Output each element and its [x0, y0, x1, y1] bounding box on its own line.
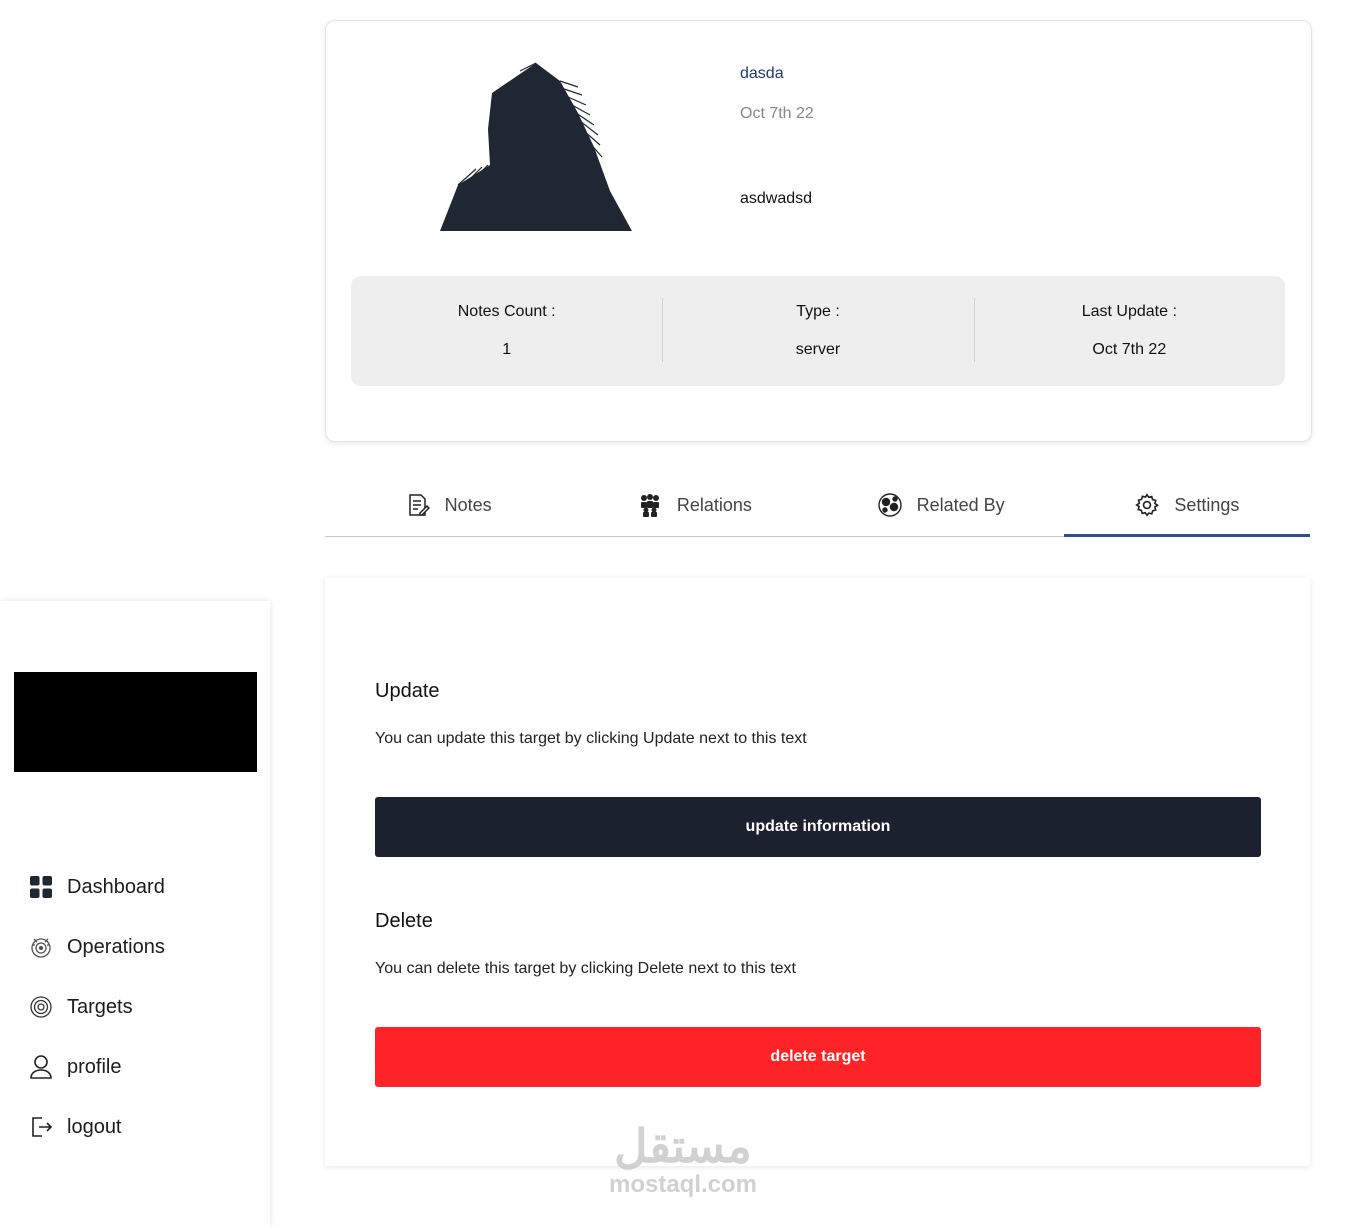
sidebar-item-operations[interactable]: Operations — [28, 917, 165, 977]
stat-value: Oct 7th 22 — [1092, 341, 1167, 358]
delete-target-button[interactable]: delete target — [375, 1027, 1261, 1087]
stats-bar: Notes Count : 1 Type : server Last Updat… — [351, 276, 1285, 386]
stat-type: Type : server — [662, 276, 973, 386]
relations-icon — [637, 492, 663, 518]
target-date: Oct 7th 22 — [740, 105, 814, 122]
sidebar-item-label: Operations — [67, 935, 165, 958]
sidebar-item-targets[interactable]: Targets — [28, 977, 165, 1037]
watermark: مستقل mostaql.com — [598, 1120, 768, 1198]
app-logo — [14, 672, 257, 772]
tab-label: Relations — [676, 494, 752, 515]
tab-label: Related By — [916, 494, 1005, 515]
notes-icon — [405, 492, 431, 518]
watermark-latin: mostaql.com — [608, 1171, 758, 1198]
delete-section-text: You can delete this target by clicking D… — [375, 960, 796, 977]
sidebar-item-label: Dashboard — [67, 875, 165, 898]
operations-icon — [28, 934, 54, 960]
tab-related-by[interactable]: Related By — [818, 474, 1064, 536]
stat-label: Type : — [796, 303, 840, 320]
dashboard-icon — [28, 874, 54, 900]
tab-notes[interactable]: Notes — [325, 474, 571, 536]
stat-notes-count: Notes Count : 1 — [351, 276, 662, 386]
target-icon — [28, 994, 54, 1020]
sidebar: Dashboard Operations Targets profile log… — [0, 601, 270, 1227]
sidebar-item-logout[interactable]: logout — [28, 1097, 165, 1157]
sidebar-nav: Dashboard Operations Targets profile log… — [28, 857, 165, 1157]
settings-panel: Update You can update this target by cli… — [325, 578, 1310, 1166]
target-name[interactable]: dasda — [740, 65, 784, 83]
target-profile-card: dasda Oct 7th 22 asdwadsd Notes Count : … — [325, 20, 1312, 442]
update-information-button[interactable]: update information — [375, 797, 1261, 857]
sidebar-item-dashboard[interactable]: Dashboard — [28, 857, 165, 917]
logout-icon — [28, 1114, 54, 1140]
delete-section-title: Delete — [375, 910, 433, 932]
stat-value: server — [795, 341, 841, 358]
target-tabs: Notes Relations Related By Settings — [325, 474, 1311, 537]
sidebar-item-label: logout — [67, 1115, 122, 1138]
update-section-title: Update — [375, 680, 440, 702]
sidebar-item-label: Targets — [67, 995, 133, 1018]
hooded-person-icon — [440, 61, 634, 231]
tab-label: Notes — [444, 494, 492, 515]
stat-last-update: Last Update : Oct 7th 22 — [973, 276, 1285, 386]
related-by-icon — [877, 492, 903, 518]
stat-value: 1 — [502, 341, 512, 358]
watermark-arabic: مستقل — [614, 1120, 752, 1172]
user-icon — [28, 1054, 54, 1080]
sidebar-item-profile[interactable]: profile — [28, 1037, 165, 1097]
stat-label: Notes Count : — [457, 303, 556, 320]
sidebar-item-label: profile — [67, 1055, 122, 1078]
stat-label: Last Update : — [1081, 303, 1177, 320]
target-description: asdwadsd — [740, 190, 813, 207]
gear-icon — [1134, 492, 1160, 518]
tab-settings[interactable]: Settings — [1063, 474, 1311, 537]
tab-label: Settings — [1174, 494, 1240, 515]
tab-relations[interactable]: Relations — [571, 474, 817, 536]
update-section-text: You can update this target by clicking U… — [375, 730, 807, 747]
